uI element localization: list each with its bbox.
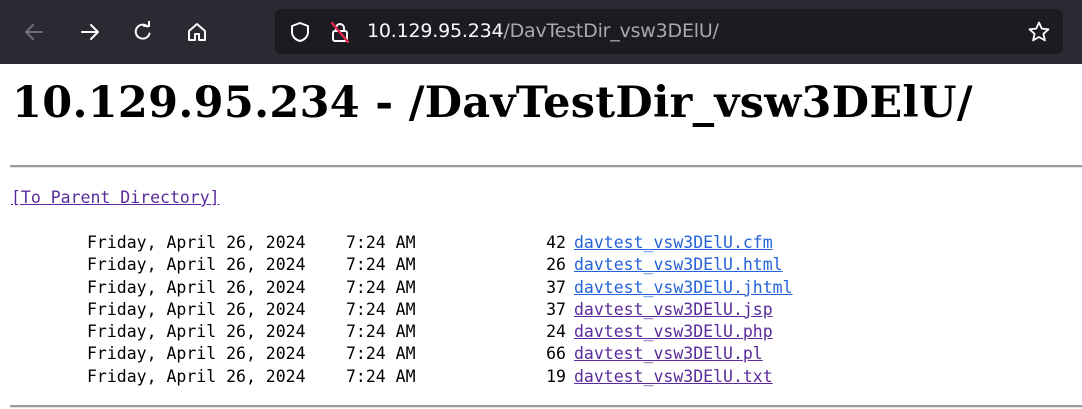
file-time: 7:24 AM — [346, 233, 416, 252]
file-date: Friday, April 26, 2024 — [87, 255, 306, 275]
page-title: 10.129.95.234 - /DavTestDir_vsw3DElU/ — [12, 78, 973, 128]
back-button[interactable] — [20, 18, 48, 46]
file-date: Friday, April 26, 2024 — [87, 299, 306, 319]
file-date: Friday, April 26, 2024 — [87, 277, 306, 297]
file-size: 66 — [546, 344, 566, 364]
url-text[interactable]: 10.129.95.234/DavTestDir_vsw3DElU/ — [367, 9, 719, 54]
file-size: 37 — [546, 299, 566, 319]
file-size: 19 — [546, 366, 566, 386]
url-path: /DavTestDir_vsw3DElU/ — [503, 20, 719, 42]
file-size: 24 — [546, 322, 566, 342]
file-size: 42 — [546, 233, 566, 252]
reload-button[interactable] — [129, 18, 157, 46]
file-link[interactable]: davtest_vsw3DElU.cfm — [574, 232, 773, 254]
forward-button[interactable] — [76, 18, 104, 46]
reload-icon — [134, 21, 151, 40]
bottom-divider — [10, 405, 1082, 408]
file-time: 7:24 AM — [346, 277, 416, 297]
top-divider — [10, 165, 1082, 168]
bookmark-star-icon[interactable] — [1027, 20, 1051, 44]
file-size: 37 — [546, 277, 566, 297]
browser-toolbar: 10.129.95.234/DavTestDir_vsw3DElU/ — [0, 0, 1082, 64]
file-link[interactable]: davtest_vsw3DElU.pl — [574, 343, 763, 365]
file-date: Friday, April 26, 2024 — [87, 366, 306, 386]
file-link[interactable]: davtest_vsw3DElU.html — [574, 254, 783, 276]
file-time: 7:24 AM — [346, 344, 416, 364]
forward-arrow-icon — [81, 24, 99, 40]
back-arrow-icon — [25, 24, 43, 40]
file-date: Friday, April 26, 2024 — [87, 233, 306, 252]
file-link[interactable]: davtest_vsw3DElU.php — [574, 321, 773, 343]
shield-icon[interactable] — [289, 21, 311, 43]
file-link[interactable]: davtest_vsw3DElU.txt — [574, 366, 773, 388]
file-time: 7:24 AM — [346, 322, 416, 342]
file-date: Friday, April 26, 2024 — [87, 344, 306, 364]
file-link[interactable]: davtest_vsw3DElU.jsp — [574, 299, 773, 321]
file-time: 7:24 AM — [346, 255, 416, 275]
file-time: 7:24 AM — [346, 299, 416, 319]
address-bar[interactable]: 10.129.95.234/DavTestDir_vsw3DElU/ — [275, 9, 1063, 54]
home-icon — [188, 23, 206, 41]
insecure-lock-icon[interactable] — [329, 21, 351, 43]
file-size: 26 — [546, 255, 566, 275]
parent-directory-link[interactable]: [To Parent Directory] — [11, 188, 220, 207]
file-link[interactable]: davtest_vsw3DElU.jhtml — [574, 277, 793, 299]
page-content: 10.129.95.234 - /DavTestDir_vsw3DElU/ [T… — [0, 64, 1082, 409]
home-button[interactable] — [183, 18, 211, 46]
file-date: Friday, April 26, 2024 — [87, 322, 306, 342]
file-time: 7:24 AM — [346, 366, 416, 386]
url-host: 10.129.95.234 — [367, 20, 504, 42]
